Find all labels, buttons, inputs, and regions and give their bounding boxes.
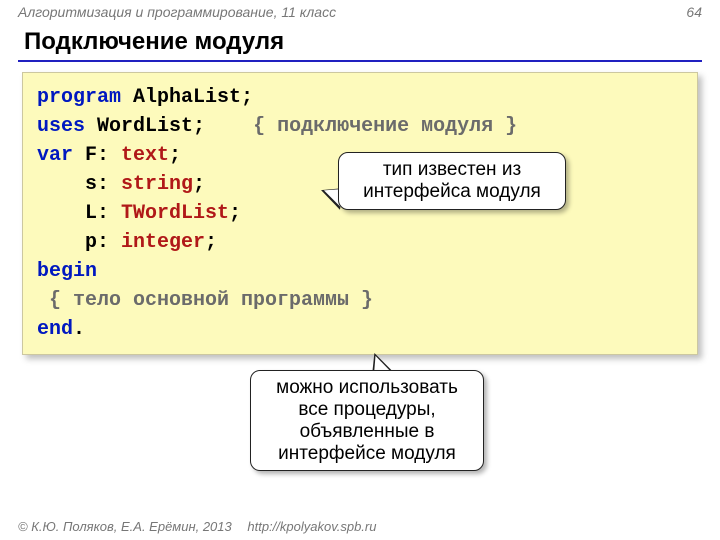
- kw-end: end: [37, 318, 73, 341]
- footer-url: http://kpolyakov.spb.ru: [247, 519, 376, 534]
- type-integer: integer: [121, 231, 205, 254]
- callout-procedures: можно использовать все процедуры, объявл…: [250, 370, 484, 471]
- kw-var: var: [37, 144, 73, 167]
- comment-uses: { подключение модуля }: [253, 115, 517, 138]
- type-text: text: [121, 144, 169, 167]
- title-divider: [18, 60, 702, 62]
- slide-title: Подключение модуля: [0, 22, 720, 58]
- slide-footer: © К.Ю. Поляков, Е.А. Ерёмин, 2013 http:/…: [18, 519, 376, 534]
- page-number: 64: [686, 4, 702, 20]
- code-listing: program AlphaList; uses WordList; { подк…: [22, 72, 698, 355]
- slide-header: Алгоритмизация и программирование, 11 кл…: [0, 0, 720, 22]
- type-twordlist: TWordList: [121, 202, 229, 225]
- prog-name: AlphaList: [121, 86, 241, 109]
- course-label: Алгоритмизация и программирование, 11 кл…: [18, 4, 336, 20]
- module-name: WordList: [85, 115, 193, 138]
- kw-program: program: [37, 86, 121, 109]
- kw-uses: uses: [37, 115, 85, 138]
- copyright: © К.Ю. Поляков, Е.А. Ерёмин, 2013: [18, 519, 232, 534]
- comment-body: { тело основной программы }: [37, 289, 373, 312]
- callout-type-known: тип известен из интерфейса модуля: [338, 152, 566, 210]
- kw-begin: begin: [37, 260, 97, 283]
- type-string: string: [121, 173, 193, 196]
